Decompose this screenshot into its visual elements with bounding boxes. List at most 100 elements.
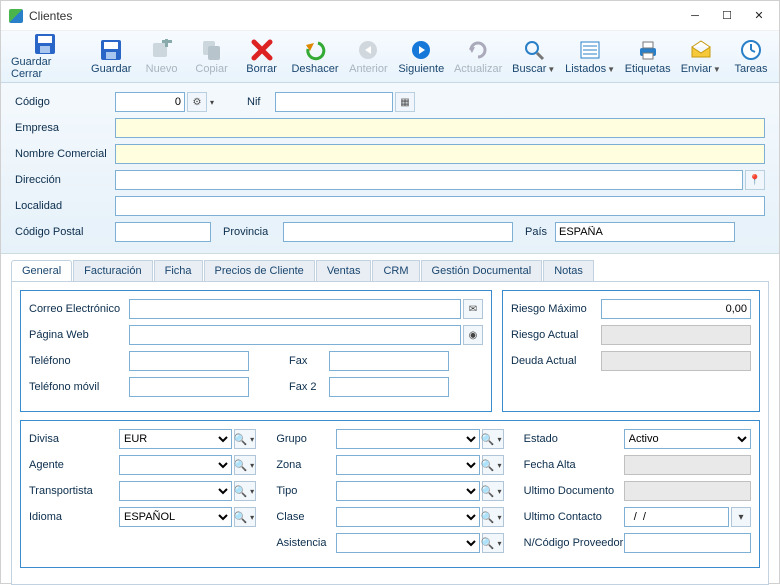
deuda-label: Deuda Actual <box>511 355 601 367</box>
undo-icon <box>303 38 327 62</box>
lookup-icon[interactable]: 🔍▾ <box>482 507 504 527</box>
localidad-field[interactable] <box>115 196 765 216</box>
save-icon <box>99 38 123 62</box>
ultimo-cont-field[interactable] <box>624 507 729 527</box>
empresa-field[interactable] <box>115 118 765 138</box>
new-icon <box>150 38 174 62</box>
lookup-icon[interactable]: 🔍▾ <box>482 455 504 475</box>
tab-general[interactable]: General <box>11 260 72 281</box>
codigo-label: Código <box>15 96 115 108</box>
nombre-label: Nombre Comercial <box>15 148 115 160</box>
riesgo-max-field[interactable] <box>601 299 751 319</box>
tab-notas[interactable]: Notas <box>543 260 594 281</box>
deuda-field <box>601 351 751 371</box>
gear-icon[interactable]: ⚙ <box>187 92 207 112</box>
toolbar: Guardar Cerrar Guardar Nuevo Copiar Borr… <box>1 31 779 83</box>
toolbar-label: Copiar <box>195 63 227 75</box>
anterior-button[interactable]: Anterior <box>344 33 392 81</box>
lookup-icon[interactable]: 🔍▾ <box>234 455 256 475</box>
tipo-label: Tipo <box>276 485 336 497</box>
globe-icon[interactable]: ◉ <box>463 325 483 345</box>
direccion-label: Dirección <box>15 174 115 186</box>
tel-field[interactable] <box>129 351 249 371</box>
tab-gestion[interactable]: Gestión Documental <box>421 260 543 281</box>
lookup-icon[interactable]: 🔍▾ <box>234 507 256 527</box>
divisa-select[interactable]: EUR <box>119 429 232 449</box>
asistencia-label: Asistencia <box>276 537 336 549</box>
tab-precios[interactable]: Precios de Cliente <box>204 260 315 281</box>
clase-select[interactable] <box>336 507 479 527</box>
provincia-label: Provincia <box>223 226 283 238</box>
ultimo-doc-label: Ultimo Documento <box>524 485 624 497</box>
tab-facturacion[interactable]: Facturación <box>73 260 152 281</box>
grupo-select[interactable] <box>336 429 479 449</box>
chevron-down-icon[interactable]: ▼ <box>713 65 721 74</box>
fax-label: Fax <box>289 355 329 367</box>
estado-select[interactable]: Activo <box>624 429 751 449</box>
chevron-down-icon[interactable]: ▼ <box>547 65 555 74</box>
pais-label: País <box>525 226 555 238</box>
search-icon <box>522 38 546 62</box>
fecha-alta-label: Fecha Alta <box>524 459 624 471</box>
riesgo-act-label: Riesgo Actual <box>511 329 601 341</box>
mail-icon[interactable]: ✉ <box>463 299 483 319</box>
guardar-button[interactable]: Guardar <box>87 33 136 81</box>
buscar-button[interactable]: Buscar▼ <box>508 33 559 81</box>
transportista-select[interactable] <box>119 481 232 501</box>
contact-panel: Correo Electrónico ✉ Página Web ◉ Teléfo… <box>20 290 492 412</box>
zona-select[interactable] <box>336 455 479 475</box>
lookup-icon[interactable]: 🔍▾ <box>234 481 256 501</box>
pais-field[interactable] <box>555 222 735 242</box>
nombre-field[interactable] <box>115 144 765 164</box>
listados-button[interactable]: Listados▼ <box>561 33 618 81</box>
riesgo-panel: Riesgo Máximo Riesgo Actual Deuda Actual <box>502 290 760 412</box>
date-picker-icon[interactable]: ▾ <box>731 507 751 527</box>
enviar-button[interactable]: Enviar▼ <box>677 33 726 81</box>
transportista-label: Transportista <box>29 485 119 497</box>
map-pin-icon[interactable]: 📍 <box>745 170 765 190</box>
chevron-down-icon[interactable]: ▾ <box>207 98 217 107</box>
copiar-button[interactable]: Copiar <box>188 33 236 81</box>
movil-field[interactable] <box>129 377 249 397</box>
tipo-select[interactable] <box>336 481 479 501</box>
estado-label: Estado <box>524 433 624 445</box>
fax-field[interactable] <box>329 351 449 371</box>
tab-crm[interactable]: CRM <box>372 260 419 281</box>
nif-label: Nif <box>247 96 275 108</box>
lookup-icon[interactable]: ▦ <box>395 92 415 112</box>
deshacer-button[interactable]: Deshacer <box>288 33 343 81</box>
provincia-field[interactable] <box>283 222 513 242</box>
lookup-icon[interactable]: 🔍▾ <box>482 429 504 449</box>
correo-field[interactable] <box>129 299 461 319</box>
lookup-icon[interactable]: 🔍▾ <box>234 429 256 449</box>
localidad-label: Localidad <box>15 200 115 212</box>
tareas-button[interactable]: Tareas <box>727 33 775 81</box>
agente-select[interactable] <box>119 455 232 475</box>
etiquetas-button[interactable]: Etiquetas <box>621 33 675 81</box>
riesgo-act-field <box>601 325 751 345</box>
codigo-field[interactable] <box>115 92 185 112</box>
cp-field[interactable] <box>115 222 211 242</box>
borrar-button[interactable]: Borrar <box>238 33 286 81</box>
tab-ficha[interactable]: Ficha <box>154 260 203 281</box>
nif-field[interactable] <box>275 92 393 112</box>
web-field[interactable] <box>129 325 461 345</box>
correo-label: Correo Electrónico <box>29 303 129 315</box>
actualizar-button[interactable]: Actualizar <box>450 33 506 81</box>
fax2-field[interactable] <box>329 377 449 397</box>
direccion-field[interactable] <box>115 170 743 190</box>
lookup-icon[interactable]: 🔍▾ <box>482 533 504 553</box>
idioma-select[interactable]: ESPAÑOL <box>119 507 232 527</box>
asistencia-select[interactable] <box>336 533 479 553</box>
next-icon <box>409 38 433 62</box>
grupo-label: Grupo <box>276 433 336 445</box>
chevron-down-icon[interactable]: ▼ <box>607 65 615 74</box>
nuevo-button[interactable]: Nuevo <box>138 33 186 81</box>
tab-ventas[interactable]: Ventas <box>316 260 372 281</box>
siguiente-button[interactable]: Siguiente <box>394 33 448 81</box>
close-button[interactable]: ✕ <box>739 1 779 31</box>
toolbar-label: Actualizar <box>454 63 502 75</box>
ncodigo-field[interactable] <box>624 533 751 553</box>
guardar-cerrar-button[interactable]: Guardar Cerrar <box>5 33 85 81</box>
lookup-icon[interactable]: 🔍▾ <box>482 481 504 501</box>
